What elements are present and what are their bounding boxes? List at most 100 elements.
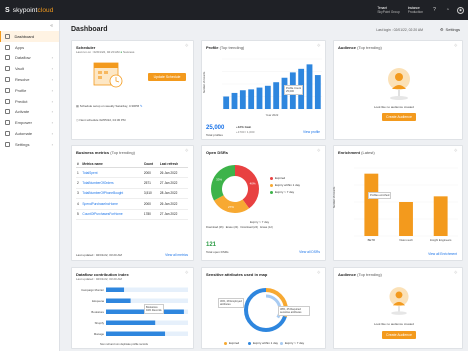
audience-empty-illustration-icon [388, 68, 410, 100]
business-metrics-title: Business metrics (Top trending) [76, 150, 135, 155]
create-audience-button[interactable]: Create Audience [382, 331, 416, 339]
open-dsrs-title: Open DSRs [206, 150, 229, 155]
metric-link[interactable]: SpendPurchaseIncHome [81, 198, 143, 210]
bar [314, 75, 321, 109]
chevron-right-icon: › [51, 109, 53, 115]
bar [264, 85, 271, 109]
sidebar-item-vault[interactable]: Vault › [0, 63, 59, 74]
audience-empty-message: Look like no audience created [374, 322, 414, 326]
bar [256, 87, 263, 109]
audience-title: Audience (Top trending) [338, 272, 382, 277]
legend-swatch [280, 341, 283, 345]
legend-swatch [270, 190, 273, 194]
bar [306, 64, 313, 109]
legend-swatch [224, 341, 227, 345]
help-icon[interactable]: ? [431, 7, 438, 14]
activate-icon [5, 109, 10, 115]
settings-button[interactable]: ⚙ Settings [440, 27, 460, 32]
card-menu-icon[interactable]: ⁘ [454, 43, 458, 49]
scheduler-illustration-icon [93, 62, 123, 88]
view-profile-link[interactable]: View profile [303, 130, 320, 134]
view-all-enrichment-link[interactable]: View all Enrichment [428, 252, 457, 256]
tick-label: Eloquena [92, 299, 104, 303]
card-menu-icon[interactable]: ⁘ [454, 148, 458, 154]
bar [231, 92, 238, 109]
notification-bell-icon[interactable]: ◔ [444, 7, 451, 14]
dsr-bottom-labels: Download (26) Erase (24) Download (24) E… [206, 226, 273, 229]
dataflow-index-updated: Last updated : 02/01/22, 03:20 AM [76, 277, 122, 281]
chevron-right-icon: › [51, 55, 53, 61]
brand-logo[interactable]: S skypointcloud [0, 7, 53, 14]
sidebar-item-profile[interactable]: Profile › [0, 85, 59, 96]
dataflow-tooltip: Bookstore 94% Records [144, 304, 164, 314]
tenant-selector[interactable]: Tenant SkyPoint Group [377, 6, 399, 14]
audience-card-bottom: Audience (Top trending) ⁘ Look like no a… [333, 267, 463, 349]
card-menu-icon[interactable]: ⁘ [185, 148, 189, 154]
page-title: Dashboard [71, 26, 108, 33]
legend-swatch [270, 176, 273, 180]
data-label: 33% [216, 178, 222, 182]
table-row: 4 SpendPurchaseIncHome 2000 26 Jan 2022 [76, 198, 188, 210]
card-menu-icon[interactable]: ⁘ [185, 43, 189, 49]
card-menu-icon[interactable]: ⁘ [317, 270, 321, 276]
dsr-donut-chart: 40% 27% 33% [211, 165, 259, 213]
sidebar-item-activate[interactable]: Activate › [0, 107, 59, 118]
top-navigation-bar: S skypointcloud Tenant SkyPoint Group In… [0, 0, 468, 20]
metric-link[interactable]: TotalSpent [81, 167, 143, 179]
dataflow-hbar-chart: Campaign Monitor Eloquena Bookstore Shopify… [81, 287, 188, 336]
empower-icon [5, 120, 10, 126]
sidebar-item-resolve[interactable]: Resolve › [0, 74, 59, 85]
dataflow-xlabel: Non null and non duplicate profile recor… [100, 343, 148, 346]
sidebar-item-empower[interactable]: Empower › [0, 117, 59, 128]
sensitive-callout-right: 38%, 45 Required sensitive attributes [278, 306, 310, 316]
skypoint-logo-icon: S [5, 6, 10, 14]
enrichment-bar-chart: BETR Vision-tech Insight Engineers [354, 167, 458, 242]
card-menu-icon[interactable]: ⁘ [317, 148, 321, 154]
sidebar-collapse-icon[interactable]: « [0, 20, 59, 31]
metric-link[interactable]: TotalNumberOfOrders [81, 177, 143, 189]
tick-label: Manage [94, 332, 105, 336]
last-login-text: Last login : 02/01/22, 02:20 AM [376, 28, 423, 32]
legend-item: Expired [224, 341, 239, 345]
legend-item: Expiry within 1 day [270, 183, 300, 187]
view-all-dsrs-link[interactable]: View all DSRs [299, 250, 320, 254]
bar [399, 202, 413, 236]
create-audience-button[interactable]: Create Audience [382, 113, 416, 121]
schedule-setup-text: ▦ Schedule setup on weekly Saturday, 4:3… [76, 104, 143, 108]
card-menu-icon[interactable]: ⁘ [454, 270, 458, 276]
automate-icon [5, 131, 10, 137]
legend-swatch [270, 183, 273, 187]
sidebar-item-dataflow[interactable]: Dataflow › [0, 53, 59, 64]
gear-icon: ⚙ [439, 27, 444, 32]
sidebar-item-settings[interactable]: Settings › [0, 139, 59, 150]
chevron-right-icon: › [51, 120, 53, 126]
legend-item: Expiry within 1 day [248, 341, 278, 345]
sidebar-item-apps[interactable]: Apps [0, 42, 59, 53]
audience-card-top: Audience (Top trending) ⁘ Look like no a… [333, 40, 463, 140]
instance-selector[interactable]: Instance Production [408, 6, 423, 14]
chevron-right-icon: › [51, 87, 53, 93]
brand-name: skypointcloud [12, 6, 54, 14]
metric-link[interactable]: TotalNumberOfPhoneBought [81, 188, 143, 200]
view-all-metrics-link[interactable]: View all metrics [165, 253, 188, 257]
sidebar-item-dashboard[interactable]: Dashboard [0, 31, 59, 42]
user-avatar-icon[interactable]: ◉ [457, 6, 464, 14]
sensitive-attributes-card: Sensitive attributes used in map ⁘ 30%, … [201, 267, 326, 349]
dsr-total-label: Total open DSRs [206, 250, 229, 254]
chevron-right-icon: › [51, 141, 53, 147]
profile-xlabel: Year 2022 [266, 113, 279, 117]
audience-title: Audience (Top trending) [338, 45, 382, 50]
sensitive-callout-left: 30%, 28 Employed attributes [218, 298, 244, 308]
sidebar-item-predict[interactable]: Predict › [0, 96, 59, 107]
card-menu-icon[interactable]: ⁘ [317, 43, 321, 49]
profile-tooltip: Profile Count 25,000 [284, 85, 303, 95]
table-row: 2 TotalNumberOfOrders 2571 27 Jan 2022 [76, 177, 188, 189]
legend-item: Expiry > 7 day [270, 190, 294, 194]
tick-label: Vision-tech [399, 238, 413, 242]
update-schedule-button[interactable]: Update Schedule [148, 73, 186, 81]
sidebar-item-automate[interactable]: Automate › [0, 128, 59, 139]
legend-item: Expired [270, 176, 285, 180]
card-menu-icon[interactable]: ⁘ [185, 270, 189, 276]
metric-link[interactable]: CountOfPurchasesForHome [81, 209, 143, 220]
enrichment-tooltip: Profiles enriched [368, 192, 392, 199]
